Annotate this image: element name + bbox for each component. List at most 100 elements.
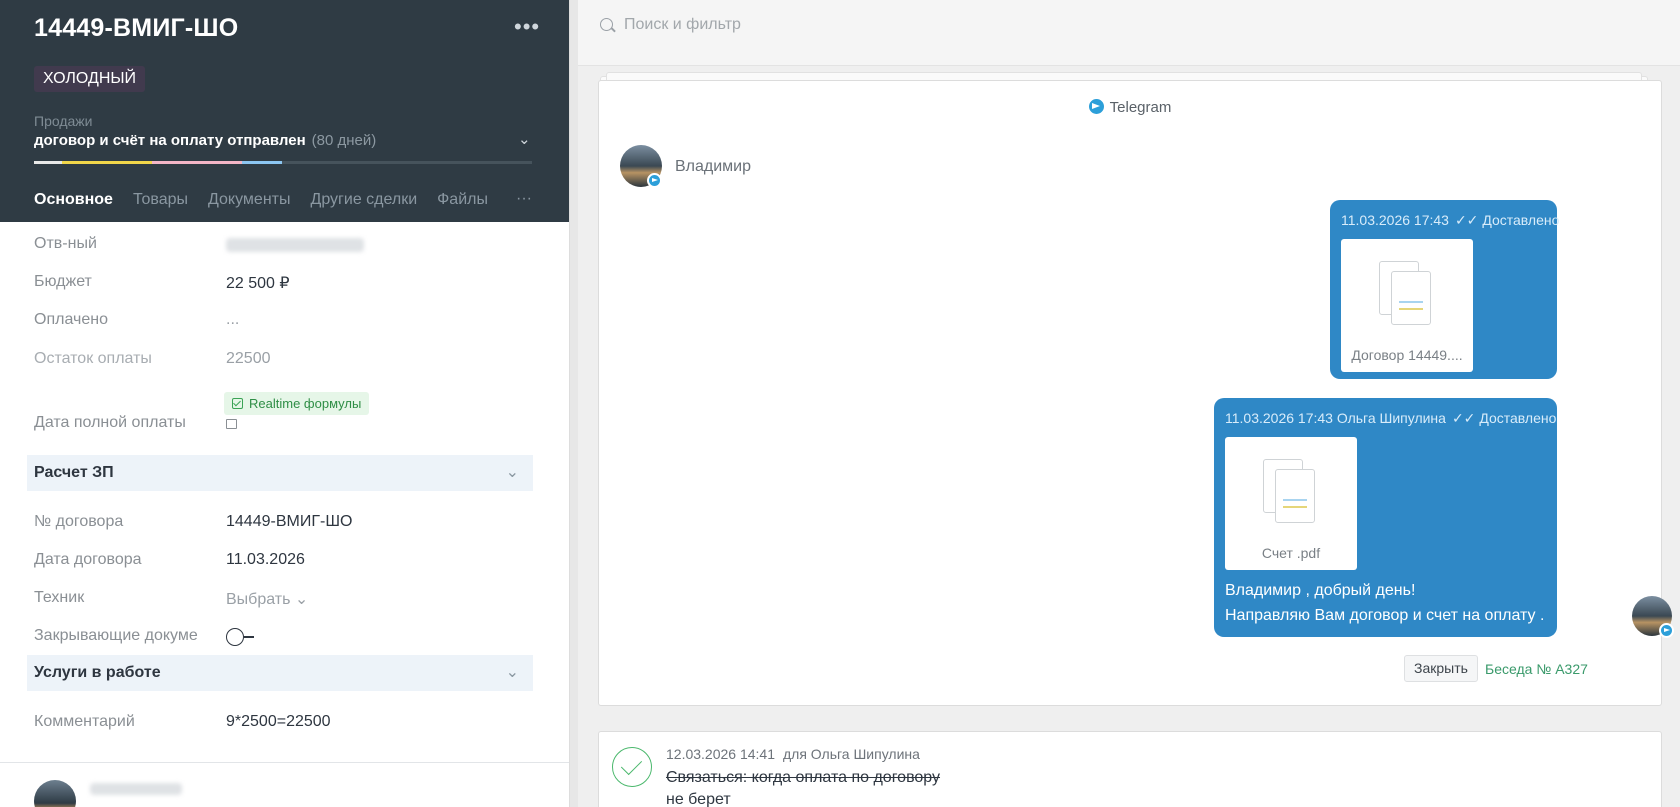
field-label: Отв-ный [34,235,97,252]
field-full-payment-date: Дата полной оплаты [34,414,534,436]
paid-value[interactable]: ... [226,311,239,329]
task-datetime: 12.03.2026 14:41 [666,746,775,762]
field-technician: Техник Выбрать ⌄ [34,589,534,611]
field-contract-no: № договора 14449-ВМИГ-ШО [34,513,534,535]
closing-docs-toggle[interactable] [226,627,256,651]
progress-segment [62,161,152,164]
field-label: Техник [34,589,85,606]
field-budget: Бюджет 22 500 ₽ [34,273,534,295]
message-status: Доставлено [1479,410,1557,426]
contact-name-blurred[interactable] [90,783,182,795]
double-check-icon: ✓✓ [1451,410,1476,426]
progress-segment [152,161,242,164]
responsible-value-blurred[interactable] [226,235,364,257]
realtime-formulas-badge[interactable]: Realtime формулы [224,392,370,415]
task-meta: 12.03.2026 14:41 для Ольга Шипулина [666,746,920,762]
field-remaining: Остаток оплаты 22500 [34,350,534,372]
tab-files[interactable]: Файлы [427,188,498,225]
field-label: Дата договора [34,551,142,568]
field-label: Дата полной оплаты [34,414,186,431]
search-bar [578,0,1680,66]
stage-selector[interactable]: договор и счёт на оплату отправлен (80 дн… [34,132,376,149]
field-label: Оплачено [34,311,108,328]
progress-segment [34,161,62,164]
stage-days: (80 дней) [311,132,377,149]
tab-products[interactable]: Товары [123,188,198,225]
lead-tabs: Основное Товары Документы Другие сделки … [24,188,498,225]
telegram-icon [647,173,662,188]
message-bubble: 11.03.2026 17:43 ✓✓ Доставлено Договор 14… [1330,200,1559,379]
message-time: 11.03.2026 17:43 [1341,212,1449,228]
field-label: Закрывающие докуме [34,627,198,644]
stage-progress-bar [34,161,532,164]
section-services[interactable]: Услуги в работе ⌄ [27,655,533,691]
task-text: Связаться: когда оплата по договору не б… [666,767,940,807]
select-value: Выбрать [226,591,291,608]
field-paid: Оплачено ... [34,311,534,333]
checkbox-icon [232,398,243,409]
channel-name: Telegram [1109,99,1172,116]
date-picker[interactable] [226,414,237,434]
file-attachment[interactable]: Счет .pdf [1225,437,1357,570]
task-assignee[interactable]: для Ольга Шипулина [783,746,920,762]
section-title: Расчет ЗП [34,464,114,481]
chevron-down-icon: ⌄ [505,464,519,481]
message-text: Владимир , добрый день! Направляю Вам до… [1225,578,1544,628]
field-contract-date: Дата договора 11.03.2026 [34,551,534,573]
chevron-down-icon[interactable]: ⌄ [518,130,531,148]
tab-other-deals[interactable]: Другие сделки [300,188,427,225]
document-icon [1379,261,1435,327]
tab-documents[interactable]: Документы [198,188,300,225]
field-closing-docs: Закрывающие докуме [34,627,534,649]
badge-label: Realtime формулы [249,396,362,411]
channel-label: Telegram [599,99,1661,116]
message-time-author: 11.03.2026 17:43 Ольга Шипулина [1225,410,1446,426]
feed-panel: Telegram Владимир 11.03.2026 17:43 ✓✓ Дос… [578,0,1680,807]
more-dots-icon[interactable]: ••• [514,14,540,40]
lead-fields: Отв-ный Бюджет 22 500 ₽ Оплачено ... Ост… [0,222,569,807]
message-meta: 11.03.2026 17:43 Ольга Шипулина ✓✓ Достав… [1225,410,1556,427]
task-card: 12.03.2026 14:41 для Ольга Шипулина Связа… [598,731,1662,807]
search-input[interactable] [624,12,1224,38]
contract-no-value[interactable]: 14449-ВМИГ-ШО [226,513,352,531]
technician-select[interactable]: Выбрать ⌄ [226,589,308,609]
remaining-value: 22500 [226,350,271,367]
scrollbar[interactable] [570,0,578,807]
field-responsible: Отв-ный [34,235,534,257]
telegram-icon [1659,623,1674,638]
field-label: Комментарий [34,713,135,730]
lead-title[interactable]: 14449-ВМИГ-ШО [34,14,238,43]
contract-date-value[interactable]: 11.03.2026 [226,551,305,569]
contact-name[interactable]: Владимир [675,158,751,176]
field-label: Остаток оплаты [34,350,152,367]
file-attachment[interactable]: Договор 14449.... [1341,239,1473,372]
chevron-down-icon: ⌄ [294,591,309,608]
double-check-icon: ✓✓ [1454,212,1479,228]
section-title: Услуги в работе [34,664,161,681]
budget-value[interactable]: 22 500 ₽ [226,273,290,293]
comment-value[interactable]: 9*2500=22500 [226,713,331,731]
task-complete-icon[interactable] [612,747,652,787]
calendar-icon [226,419,237,429]
field-label: Бюджет [34,273,92,290]
lead-tag[interactable]: ХОЛОДНЫЙ [34,66,146,92]
task-line: Связаться: когда оплата по договору [666,769,941,786]
message-bubble: 11.03.2026 17:43 Ольга Шипулина ✓✓ Достав… [1214,398,1557,637]
close-conversation-button[interactable]: Закрыть [1404,655,1478,682]
tabs-more-icon[interactable]: ··· [516,190,532,208]
lead-panel: 14449-ВМИГ-ШО ••• ХОЛОДНЫЙ Продажи догов… [0,0,570,807]
conversation-link[interactable]: Беседа № А327 [1485,661,1588,677]
message-status: Доставлено [1482,212,1560,228]
section-salary[interactable]: Расчет ЗП ⌄ [27,455,533,491]
task-line: не берет [666,791,731,807]
message-meta: 11.03.2026 17:43 ✓✓ Доставлено [1341,212,1559,229]
file-name: Договор 14449.... [1351,347,1463,363]
tab-main[interactable]: Основное [24,188,123,225]
progress-segment [242,161,282,164]
message-line: Направляю Вам договор и счет на оплату . [1225,607,1545,624]
telegram-icon [1088,99,1104,114]
field-label: № договора [34,513,124,530]
file-name: Счет .pdf [1261,545,1321,561]
chevron-down-icon: ⌄ [505,664,519,681]
field-comment: Комментарий 9*2500=22500 [34,713,534,735]
